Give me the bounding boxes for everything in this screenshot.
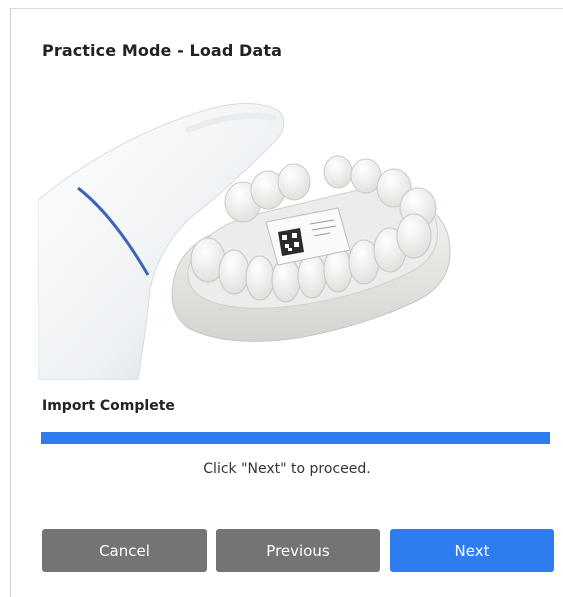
- import-progress-bar: [41, 432, 550, 444]
- scanner-dental-model-illustration: [38, 102, 451, 380]
- import-progress-fill: [41, 432, 550, 444]
- import-status-label: Import Complete: [42, 398, 175, 414]
- dialog-top-border: [10, 8, 563, 9]
- next-button[interactable]: Next: [390, 529, 554, 572]
- cancel-button[interactable]: Cancel: [42, 529, 207, 572]
- dialog-left-border: [10, 8, 11, 597]
- proceed-hint: Click "Next" to proceed.: [203, 461, 371, 477]
- dialog-title: Practice Mode - Load Data: [42, 41, 282, 60]
- previous-button[interactable]: Previous: [216, 529, 380, 572]
